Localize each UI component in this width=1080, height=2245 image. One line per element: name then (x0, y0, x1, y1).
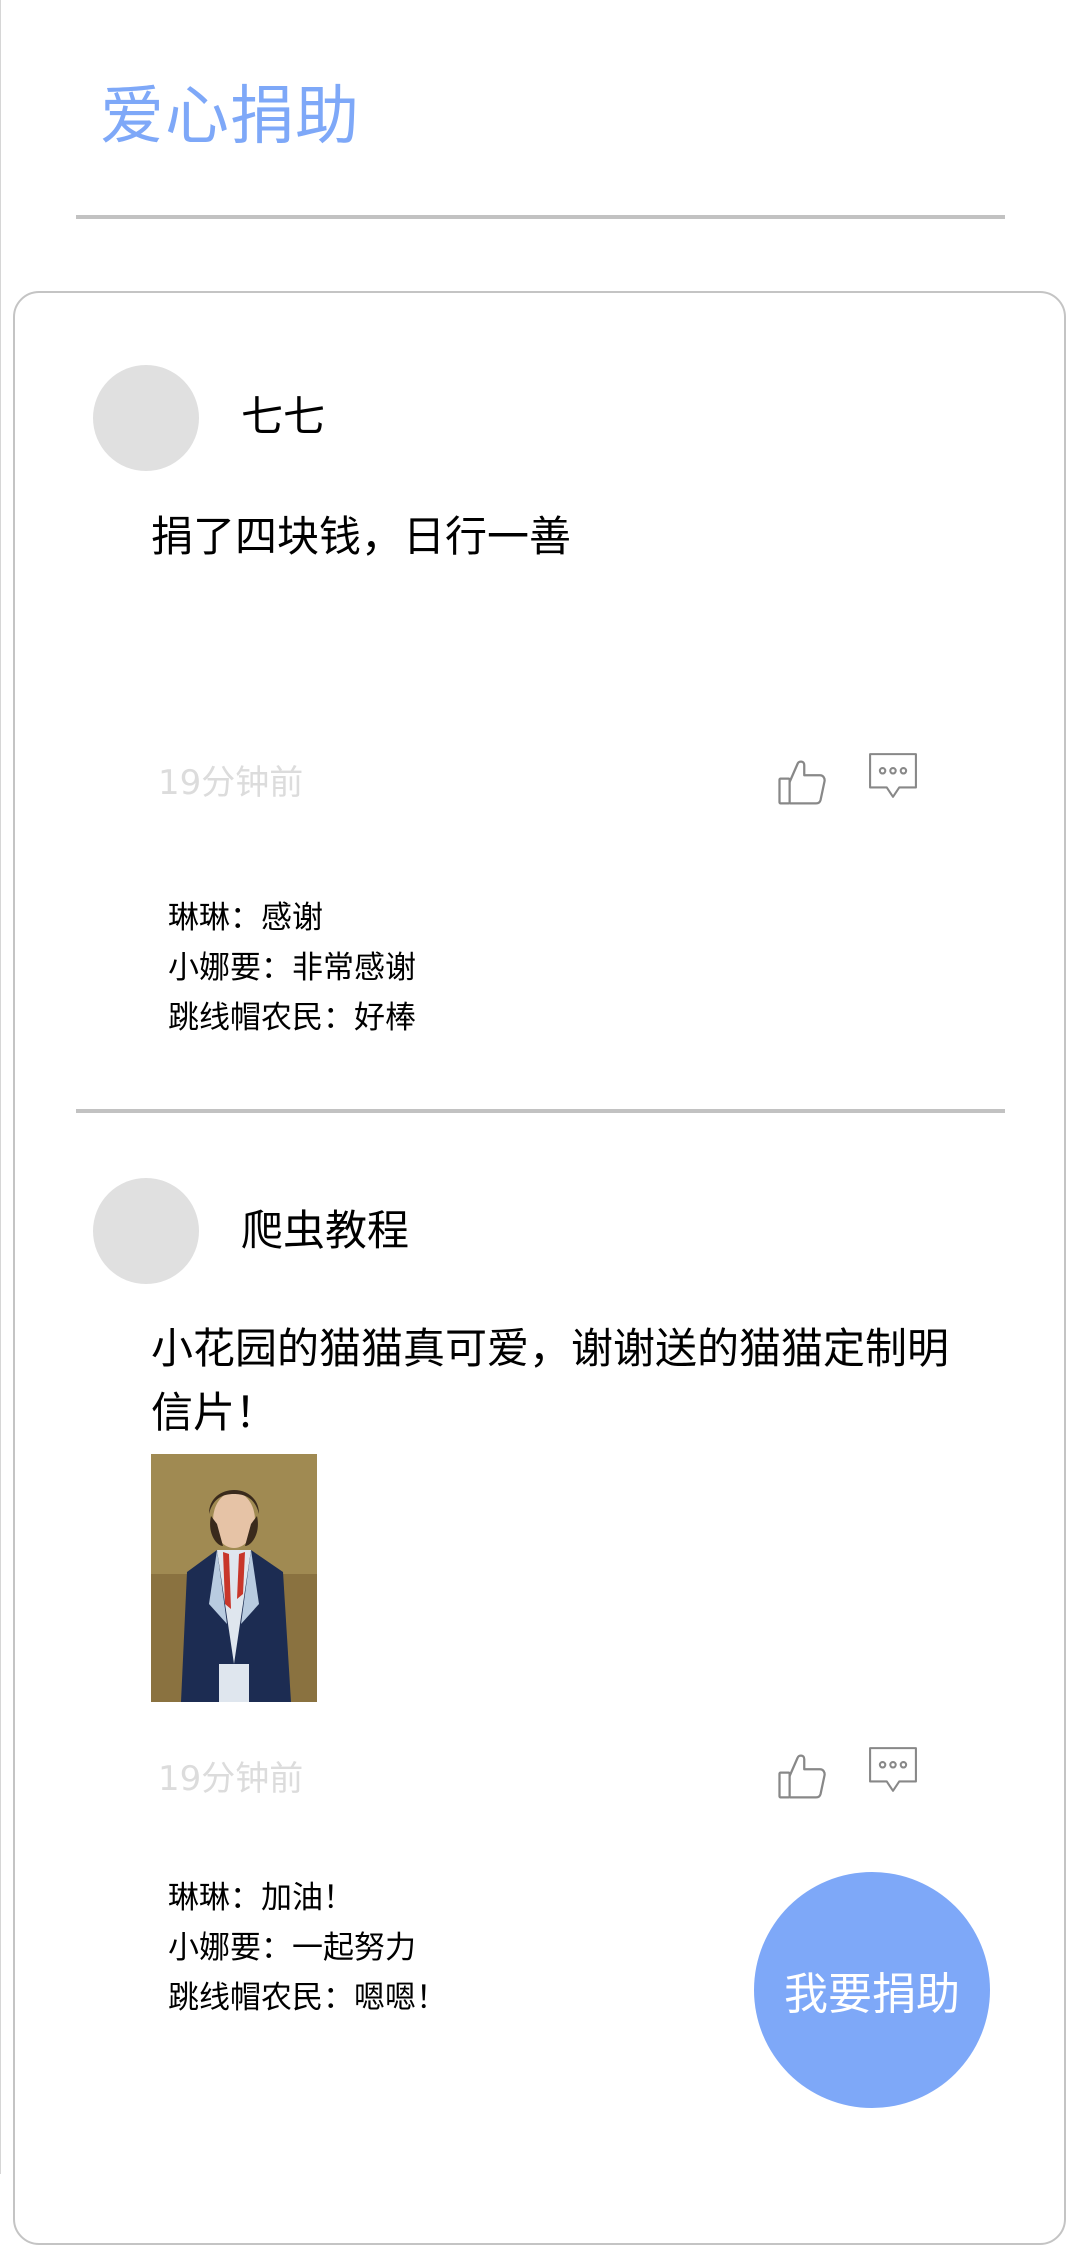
title-divider (76, 215, 1005, 219)
post-text: 小花园的猫猫真可爱，谢谢送的猫猫定制明信片！ (151, 1324, 950, 1437)
comment-author[interactable]: 小娜要 (168, 950, 261, 986)
comment-item: 跳线帽农民：好棒 (168, 993, 416, 1043)
comment-list: 琳琳：感谢 小娜要：非常感谢 跳线帽农民：好棒 (168, 893, 416, 1043)
comment-separator: ： (261, 1930, 292, 1966)
comment-author[interactable]: 跳线帽农民 (168, 1000, 323, 1036)
post-divider (76, 1109, 1005, 1113)
comment-content: 非常感谢 (292, 950, 416, 986)
comment-author[interactable]: 小娜要 (168, 1930, 261, 1966)
comment-content: 好棒 (354, 1000, 416, 1036)
comment-content: 感谢 (261, 900, 323, 936)
comment-bubble-icon[interactable] (868, 1745, 918, 1795)
comment-list: 琳琳：加油！ 小娜要：一起努力 跳线帽农民：嗯嗯！ (168, 1873, 447, 2023)
comment-separator: ： (323, 1980, 354, 2016)
comment-item: 小娜要：非常感谢 (168, 943, 416, 993)
comment-author[interactable]: 琳琳 (168, 900, 230, 936)
comment-separator: ： (230, 1880, 261, 1916)
username[interactable]: 七七 (241, 389, 325, 445)
post-timestamp: 19分钟前 (158, 1759, 304, 1799)
thumbs-up-icon[interactable] (775, 755, 829, 809)
avatar[interactable] (93, 1178, 199, 1284)
comment-item: 小娜要：一起努力 (168, 1923, 447, 1973)
comment-separator: ： (323, 1000, 354, 1036)
comment-item: 琳琳：加油！ (168, 1873, 447, 1923)
thumbs-up-icon[interactable] (775, 1749, 829, 1803)
post-text: 捐了四块钱，日行一善 (151, 512, 572, 561)
post-image[interactable] (151, 1454, 317, 1702)
comment-author[interactable]: 跳线帽农民 (168, 1980, 323, 2016)
comment-item: 琳琳：感谢 (168, 893, 416, 943)
comment-item: 跳线帽农民：嗯嗯！ (168, 1973, 447, 2023)
comment-bubble-icon[interactable] (868, 751, 918, 801)
comment-content: 嗯嗯！ (354, 1980, 447, 2016)
username[interactable]: 爬虫教程 (241, 1203, 409, 1259)
post-timestamp: 19分钟前 (158, 763, 304, 803)
comment-separator: ： (230, 900, 261, 936)
comment-separator: ： (261, 950, 292, 986)
left-edge-border (0, 0, 1, 2174)
avatar[interactable] (93, 365, 199, 471)
comment-author[interactable]: 琳琳 (168, 1880, 230, 1916)
comment-content: 一起努力 (292, 1930, 416, 1966)
comment-content: 加油！ (261, 1880, 354, 1916)
page-title: 爱心捐助 (100, 80, 360, 154)
donate-button[interactable]: 我要捐助 (754, 1872, 990, 2108)
